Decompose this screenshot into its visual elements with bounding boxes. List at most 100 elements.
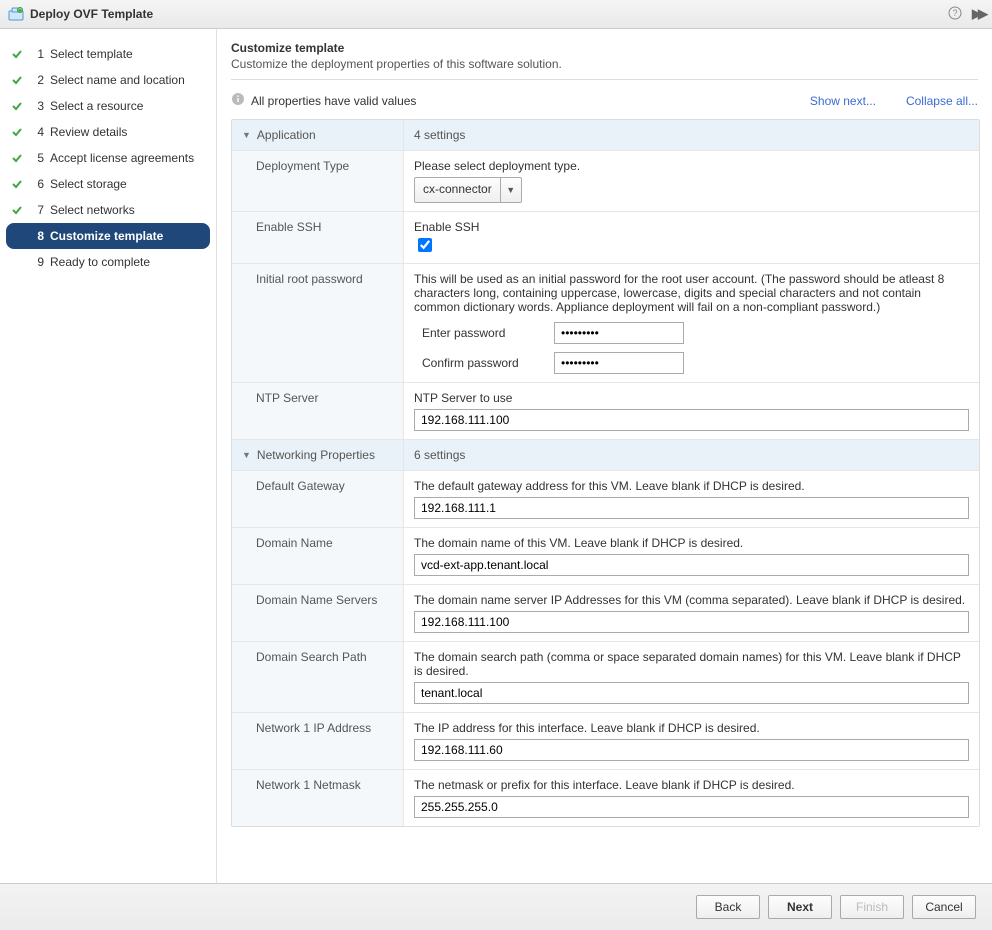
wizard-footer: Back Next Finish Cancel [0,883,992,930]
checkmark-icon [10,203,24,217]
label-domain-search-path: Domain Search Path [232,642,404,712]
step-number: 7 [30,203,44,217]
step-number: 1 [30,47,44,61]
deployment-type-dropdown[interactable]: cx-connector ▼ [414,177,522,203]
window-title: Deploy OVF Template [30,7,938,21]
step-label: Select a resource [50,99,143,113]
wizard-steps: 1 Select template 2Select name and locatio… [0,29,217,883]
domain-name-input[interactable] [414,554,969,576]
show-next-link[interactable]: Show next... [810,94,876,108]
row-initial-root-password: Initial root password This will be used … [232,264,979,383]
section-title: Application [257,128,316,142]
wizard-step-2[interactable]: 2Select name and location [0,67,216,93]
section-title: Networking Properties [257,448,375,462]
wizard-step-3[interactable]: 3 Select a resource [0,93,216,119]
section-application[interactable]: ▼ Application 4 settings [232,120,979,151]
desc-ntp-server: NTP Server to use [414,391,969,405]
label-deployment-type: Deployment Type [232,151,404,211]
status-text: All properties have valid values [251,94,810,108]
desc-default-gateway: The default gateway address for this VM.… [414,479,969,493]
step-label: Select template [50,47,133,61]
collapse-all-link[interactable]: Collapse all... [906,94,978,108]
popout-icon[interactable]: ▶▶ [972,6,984,22]
label-domain-name-servers: Domain Name Servers [232,585,404,641]
page-title: Customize template [231,41,978,55]
dropdown-value: cx-connector [415,178,500,202]
row-ntp-server: NTP Server NTP Server to use [232,383,979,440]
finish-button: Finish [840,895,904,919]
step-number: 9 [30,255,44,269]
cancel-button[interactable]: Cancel [912,895,976,919]
desc-network1-netmask: The netmask or prefix for this interface… [414,778,969,792]
wizard-step-4[interactable]: 4 Review details [0,119,216,145]
step-label: Select name and location [50,73,185,87]
label-network1-netmask: Network 1 Netmask [232,770,404,826]
info-icon [231,92,245,109]
enable-ssh-checkbox[interactable] [418,238,432,252]
row-network1-netmask: Network 1 Netmask The netmask or prefix … [232,770,979,826]
checkmark-icon [10,73,24,87]
checkmark-icon [10,151,24,165]
desc-network1-ip: The IP address for this interface. Leave… [414,721,969,735]
wizard-step-5[interactable]: 5 Accept license agreements [0,145,216,171]
label-domain-name: Domain Name [232,528,404,584]
desc-deployment-type: Please select deployment type. [414,159,969,173]
step-label: Customize template [50,229,163,243]
next-button[interactable]: Next [768,895,832,919]
main-panel: Customize template Customize the deploym… [217,29,992,883]
network1-ip-input[interactable] [414,739,969,761]
step-label: Ready to complete [50,255,150,269]
section-networking[interactable]: ▼ Networking Properties 6 settings [232,440,979,471]
checkmark-icon [10,99,24,113]
wizard-step-1[interactable]: 1 Select template [0,41,216,67]
step-number: 5 [30,151,44,165]
properties-table: ▼ Application 4 settings Deployment Type … [231,119,980,827]
domain-search-path-input[interactable] [414,682,969,704]
step-label: Review details [50,125,127,139]
step-label: Accept license agreements [50,151,194,165]
desc-domain-search-path: The domain search path (comma or space s… [414,650,969,678]
label-network1-ip: Network 1 IP Address [232,713,404,769]
step-label: Select storage [50,177,127,191]
divider [231,79,978,80]
help-icon[interactable]: ? [948,6,962,23]
wizard-step-9[interactable]: 9 Ready to complete [0,249,216,275]
step-number: 8 [30,229,44,243]
label-initial-root-password: Initial root password [232,264,404,382]
page-subtitle: Customize the deployment properties of t… [231,57,978,71]
label-ntp-server: NTP Server [232,383,404,439]
wizard-step-6[interactable]: 6 Select storage [0,171,216,197]
section-summary: 6 settings [404,440,979,470]
row-domain-search-path: Domain Search Path The domain search pat… [232,642,979,713]
network1-netmask-input[interactable] [414,796,969,818]
checkmark-icon [10,47,24,61]
row-default-gateway: Default Gateway The default gateway addr… [232,471,979,528]
confirm-password-input[interactable] [554,352,684,374]
chevron-down-icon: ▼ [242,450,251,460]
row-network1-ip: Network 1 IP Address The IP address for … [232,713,979,770]
domain-name-servers-input[interactable] [414,611,969,633]
step-number: 3 [30,99,44,113]
enter-password-label: Enter password [414,326,544,340]
step-number: 4 [30,125,44,139]
svg-text:?: ? [952,8,957,18]
wizard-step-8[interactable]: 8 Customize template [6,223,210,249]
default-gateway-input[interactable] [414,497,969,519]
step-label: Select networks [50,203,135,217]
label-default-gateway: Default Gateway [232,471,404,527]
row-deployment-type: Deployment Type Please select deployment… [232,151,979,212]
back-button[interactable]: Back [696,895,760,919]
desc-domain-name: The domain name of this VM. Leave blank … [414,536,969,550]
row-domain-name: Domain Name The domain name of this VM. … [232,528,979,585]
label-enable-ssh: Enable SSH [232,212,404,263]
enter-password-input[interactable] [554,322,684,344]
ntp-server-input[interactable] [414,409,969,431]
wizard-step-7[interactable]: 7 Select networks [0,197,216,223]
dropdown-caret-icon[interactable]: ▼ [500,178,521,202]
section-summary: 4 settings [404,120,979,150]
ovf-icon [8,6,24,22]
row-domain-name-servers: Domain Name Servers The domain name serv… [232,585,979,642]
row-enable-ssh: Enable SSH Enable SSH [232,212,979,264]
chevron-down-icon: ▼ [242,130,251,140]
step-number: 6 [30,177,44,191]
